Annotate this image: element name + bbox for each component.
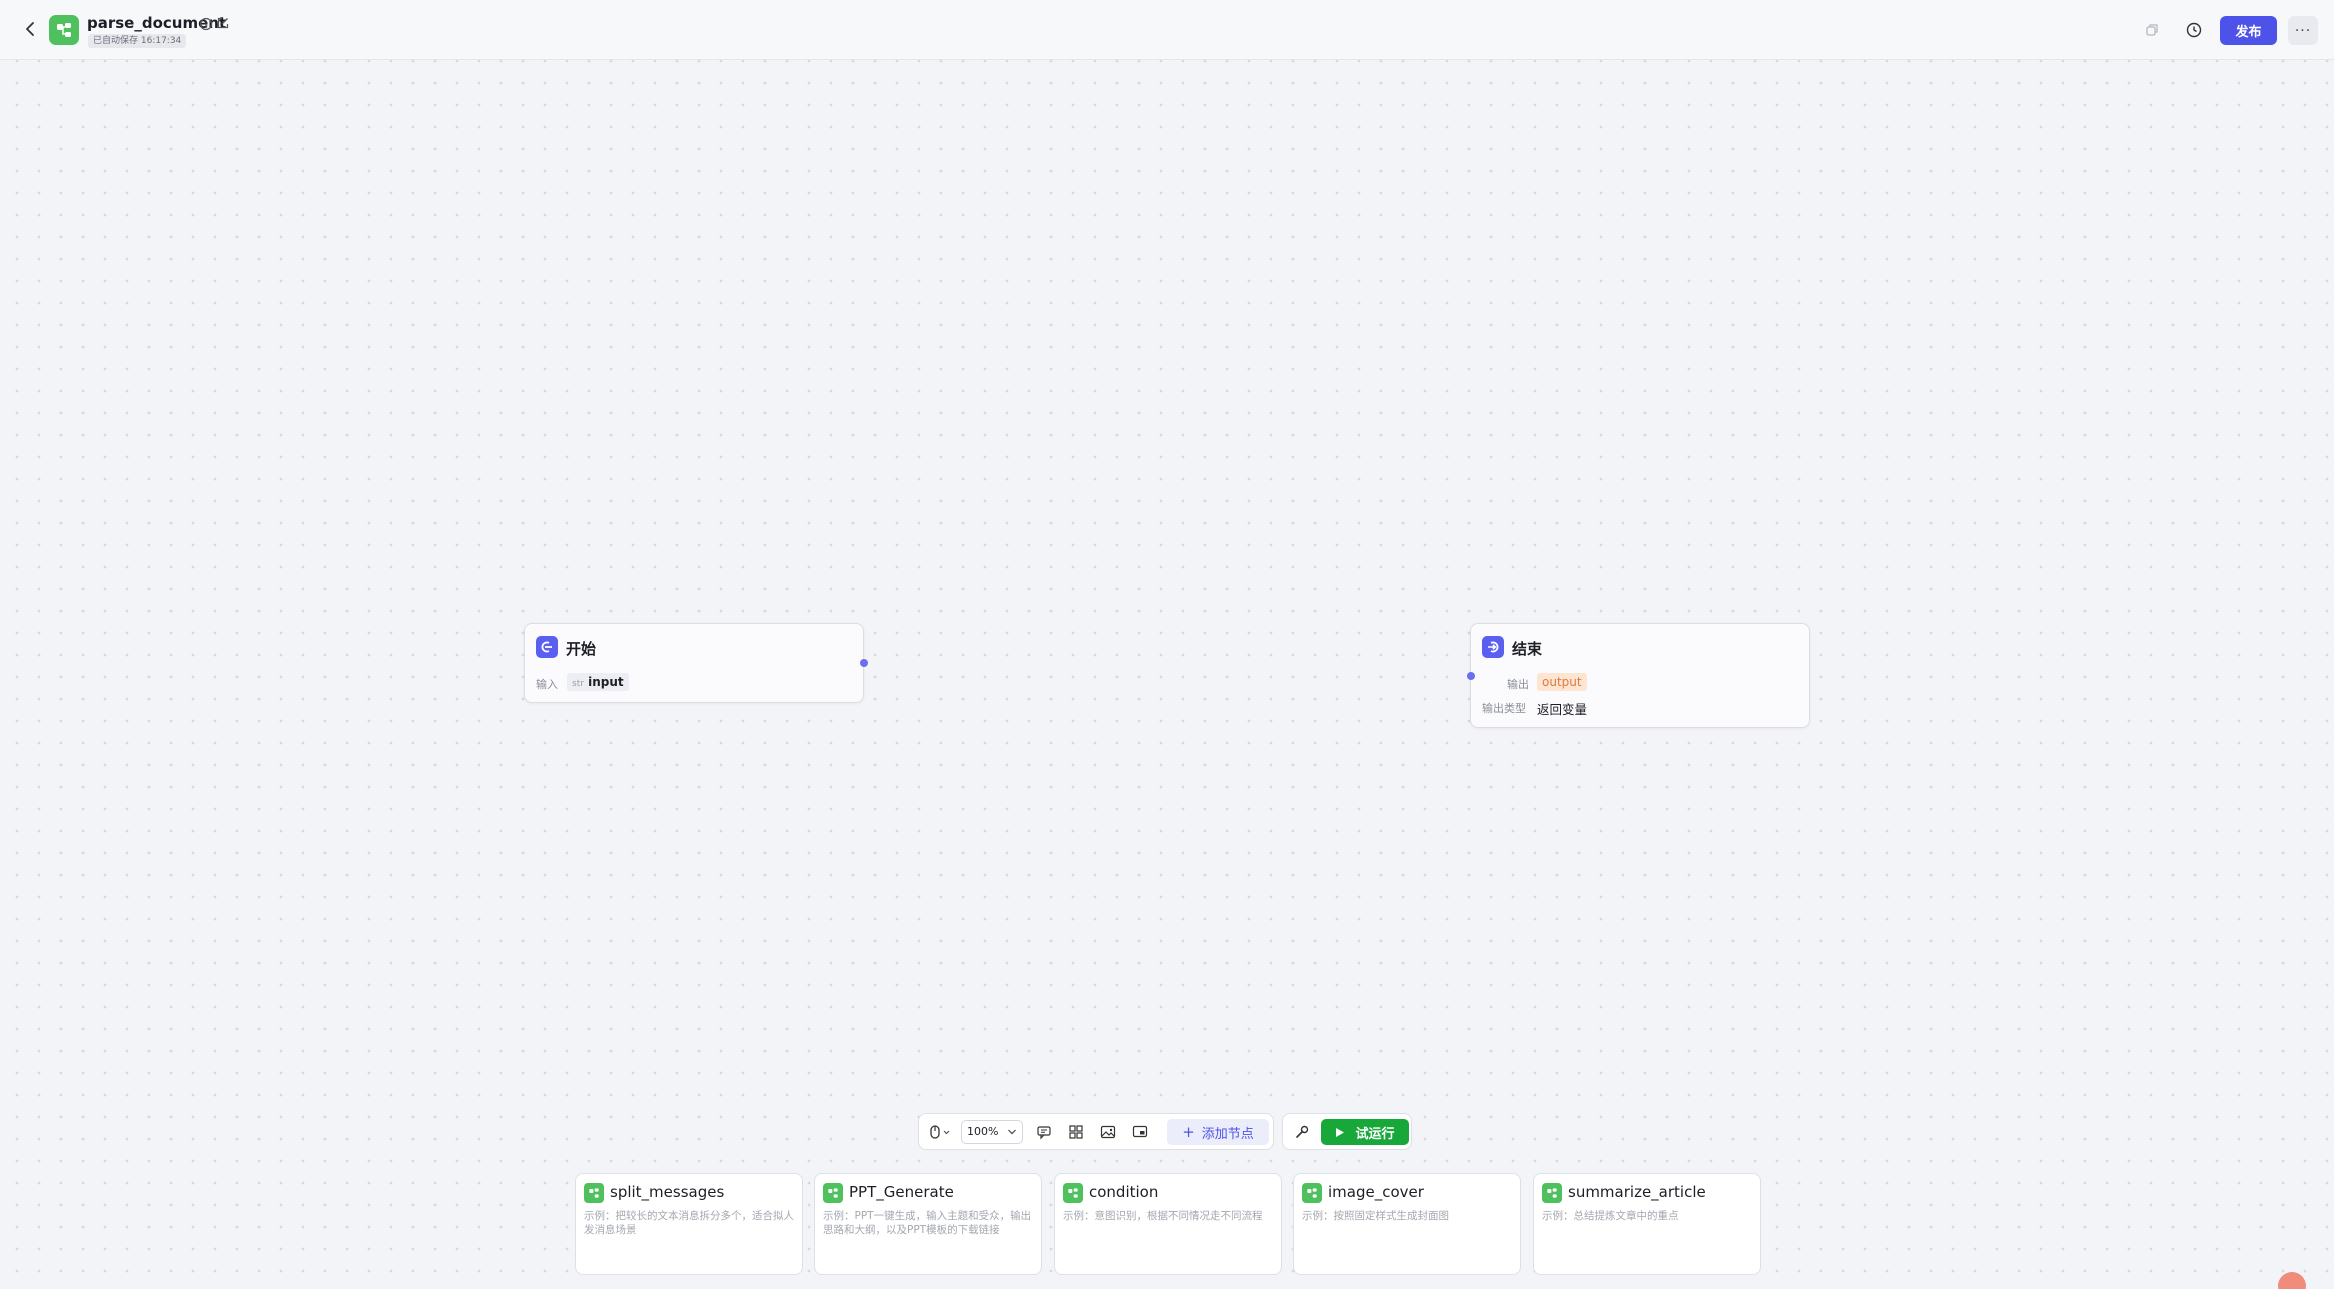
publish-button[interactable]: 发布 [2220, 16, 2277, 45]
template-name: split_messages [610, 1183, 725, 1201]
copy-icon[interactable] [2141, 19, 2163, 41]
end-output-variable: output [1537, 673, 1587, 691]
template-name: image_cover [1328, 1183, 1424, 1201]
template-card-image-cover[interactable]: image_cover 示例：按照固定样式生成封面图 [1293, 1173, 1521, 1275]
plus-icon: + [1182, 1123, 1195, 1141]
end-output-type-label: 输出类型 [1482, 702, 1526, 715]
add-node-button[interactable]: + 添加节点 [1167, 1119, 1269, 1145]
chevron-down-icon [1008, 1129, 1016, 1135]
start-node-icon [536, 636, 558, 658]
start-node[interactable]: 开始 输入 str input [524, 623, 868, 703]
workflow-template-icon [1542, 1183, 1562, 1203]
workflow-template-icon [584, 1183, 604, 1203]
template-name: PPT_Generate [849, 1183, 954, 1201]
autosave-status: 已自动保存 16:17:34 [88, 34, 187, 48]
mouse-mode-icon[interactable] [927, 1123, 955, 1141]
assistant-avatar[interactable] [2278, 1272, 2306, 1289]
start-output-port[interactable] [860, 659, 868, 667]
more-options-button[interactable]: ··· [2288, 16, 2318, 45]
canvas-toolbar: 100% + 添加节点 [918, 1113, 1274, 1150]
template-description: 示例：总结提炼文章中的重点 [1542, 1210, 1679, 1222]
template-name: summarize_article [1568, 1183, 1706, 1201]
template-description: 示例：PPT一键生成，输入主题和受众，输出思路和大纲，以及PPT模板的下载链接 [823, 1210, 1032, 1236]
template-description: 示例：意图识别，根据不同情况走不同流程 [1063, 1210, 1263, 1222]
workflow-template-icon [823, 1183, 843, 1203]
template-card-summarize-article[interactable]: summarize_article 示例：总结提炼文章中的重点 [1533, 1173, 1761, 1275]
start-node-title: 开始 [566, 640, 597, 658]
play-icon [1336, 1127, 1345, 1137]
template-card-ppt-generate[interactable]: PPT_Generate 示例：PPT一键生成，输入主题和受众，输出思路和大纲，… [814, 1173, 1042, 1275]
end-node-icon [1482, 636, 1504, 658]
run-toolbar: 试运行 [1282, 1113, 1412, 1150]
end-node[interactable]: 结束 输出 output 输出类型 返回变量 [1467, 623, 1810, 728]
template-description: 示例：把较长的文本消息拆分多个，适合拟人发消息场景 [584, 1210, 794, 1236]
fit-view-icon[interactable] [1131, 1123, 1149, 1141]
test-run-button[interactable]: 试运行 [1321, 1119, 1409, 1145]
template-name: condition [1089, 1183, 1159, 1201]
end-output-type-value: 返回变量 [1537, 702, 1588, 717]
debug-wrench-icon[interactable] [1293, 1123, 1311, 1141]
variable-name: input [588, 675, 624, 689]
workflow-template-icon [1302, 1183, 1322, 1203]
add-node-label: 添加节点 [1201, 1126, 1254, 1142]
variable-type: str [572, 679, 584, 689]
workflow-template-icon [1063, 1183, 1083, 1203]
comment-icon[interactable] [1035, 1123, 1053, 1141]
zoom-select[interactable]: 100% [961, 1120, 1023, 1144]
template-card-split-messages[interactable]: split_messages 示例：把较长的文本消息拆分多个，适合拟人发消息场景 [575, 1173, 803, 1275]
back-arrow-icon[interactable] [20, 18, 42, 40]
info-icon[interactable] [199, 16, 213, 31]
end-input-port[interactable] [1467, 672, 1475, 680]
template-description: 示例：按照固定样式生成封面图 [1302, 1210, 1449, 1222]
edit-icon[interactable] [216, 15, 230, 29]
image-icon[interactable] [1099, 1123, 1117, 1141]
zoom-value: 100% [967, 1125, 999, 1138]
template-card-condition[interactable]: condition 示例：意图识别，根据不同情况走不同流程 [1054, 1173, 1282, 1275]
start-input-label: 输入 [536, 678, 558, 691]
minimap-icon[interactable] [1067, 1123, 1085, 1141]
end-output-label: 输出 [1507, 678, 1529, 691]
start-input-variable: str input [567, 673, 629, 691]
top-bar: parse_document 已自动保存 16:17:34 发布 ··· [0, 0, 2334, 60]
end-node-title: 结束 [1512, 640, 1543, 658]
test-run-label: 试运行 [1355, 1126, 1395, 1142]
history-clock-icon[interactable] [2183, 19, 2205, 41]
workflow-app-icon [49, 15, 79, 45]
